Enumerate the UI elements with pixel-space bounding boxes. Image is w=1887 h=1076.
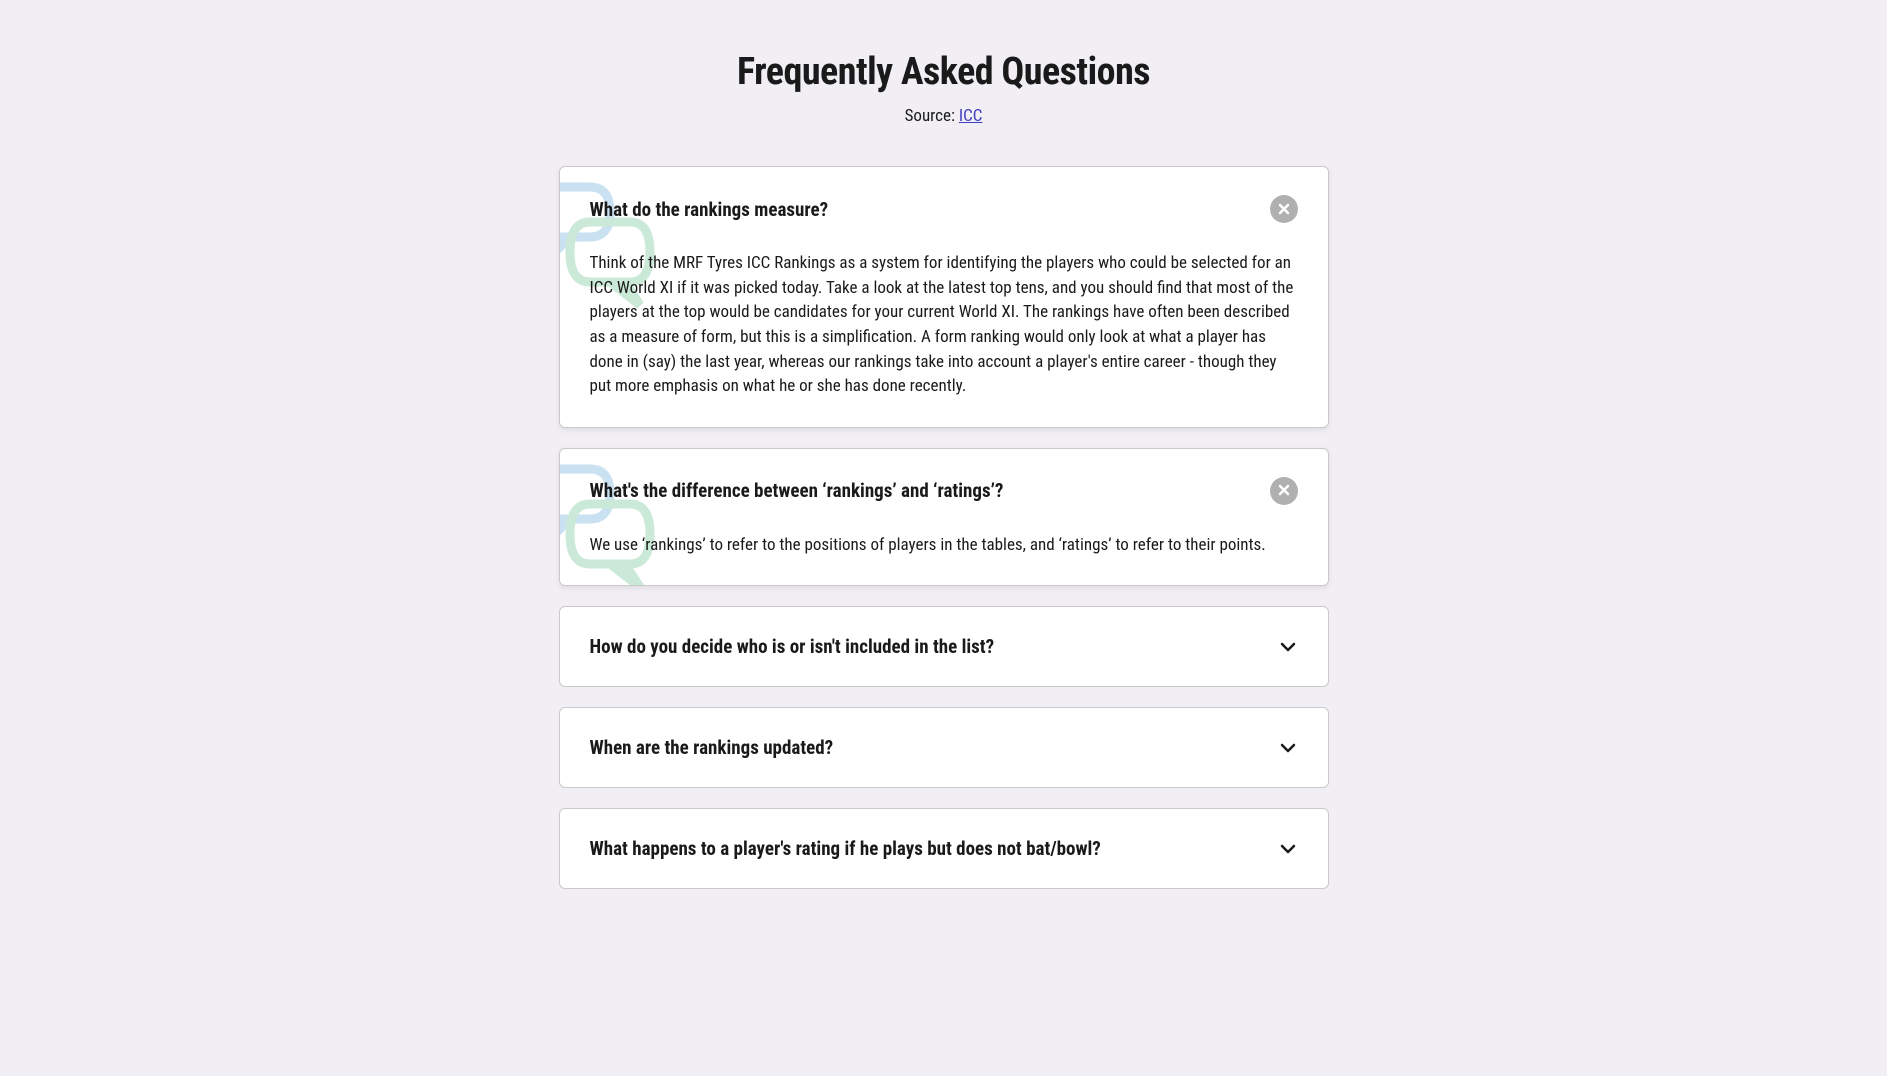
faq-answer: Think of the MRF Tyres ICC Rankings as a… [560, 251, 1328, 427]
chevron-down-icon [1280, 738, 1296, 757]
close-icon [1278, 481, 1290, 500]
close-button[interactable] [1270, 195, 1298, 223]
faq-item: How do you decide who is or isn't includ… [559, 606, 1329, 687]
faq-header[interactable]: What do the rankings measure? [560, 167, 1328, 251]
faq-question: What do the rankings measure? [590, 198, 1270, 221]
faq-header[interactable]: What happens to a player's rating if he … [560, 809, 1328, 888]
expand-button[interactable] [1278, 839, 1298, 859]
faq-question: When are the rankings updated? [590, 736, 1278, 759]
source-link[interactable]: ICC [959, 106, 983, 126]
faq-question: How do you decide who is or isn't includ… [590, 635, 1278, 658]
faq-header[interactable]: What's the difference between ‘rankings’… [560, 449, 1328, 533]
faq-answer: We use ‘rankings’ to refer to the positi… [560, 533, 1328, 586]
faq-list: What do the rankings measure? Think of t… [559, 166, 1329, 889]
close-icon [1278, 200, 1290, 219]
faq-header[interactable]: How do you decide who is or isn't includ… [560, 607, 1328, 686]
page-title: Frequently Asked Questions [559, 50, 1329, 94]
source-line: Source: ICC [559, 106, 1329, 126]
chevron-down-icon [1280, 637, 1296, 656]
expand-button[interactable] [1278, 738, 1298, 758]
source-prefix: Source: [905, 106, 959, 126]
faq-header[interactable]: When are the rankings updated? [560, 708, 1328, 787]
close-button[interactable] [1270, 477, 1298, 505]
faq-item: What's the difference between ‘rankings’… [559, 448, 1329, 587]
faq-item: When are the rankings updated? [559, 707, 1329, 788]
chevron-down-icon [1280, 839, 1296, 858]
faq-item: What happens to a player's rating if he … [559, 808, 1329, 889]
faq-item: What do the rankings measure? Think of t… [559, 166, 1329, 428]
faq-question: What happens to a player's rating if he … [590, 837, 1278, 860]
expand-button[interactable] [1278, 637, 1298, 657]
faq-question: What's the difference between ‘rankings’… [590, 479, 1270, 502]
